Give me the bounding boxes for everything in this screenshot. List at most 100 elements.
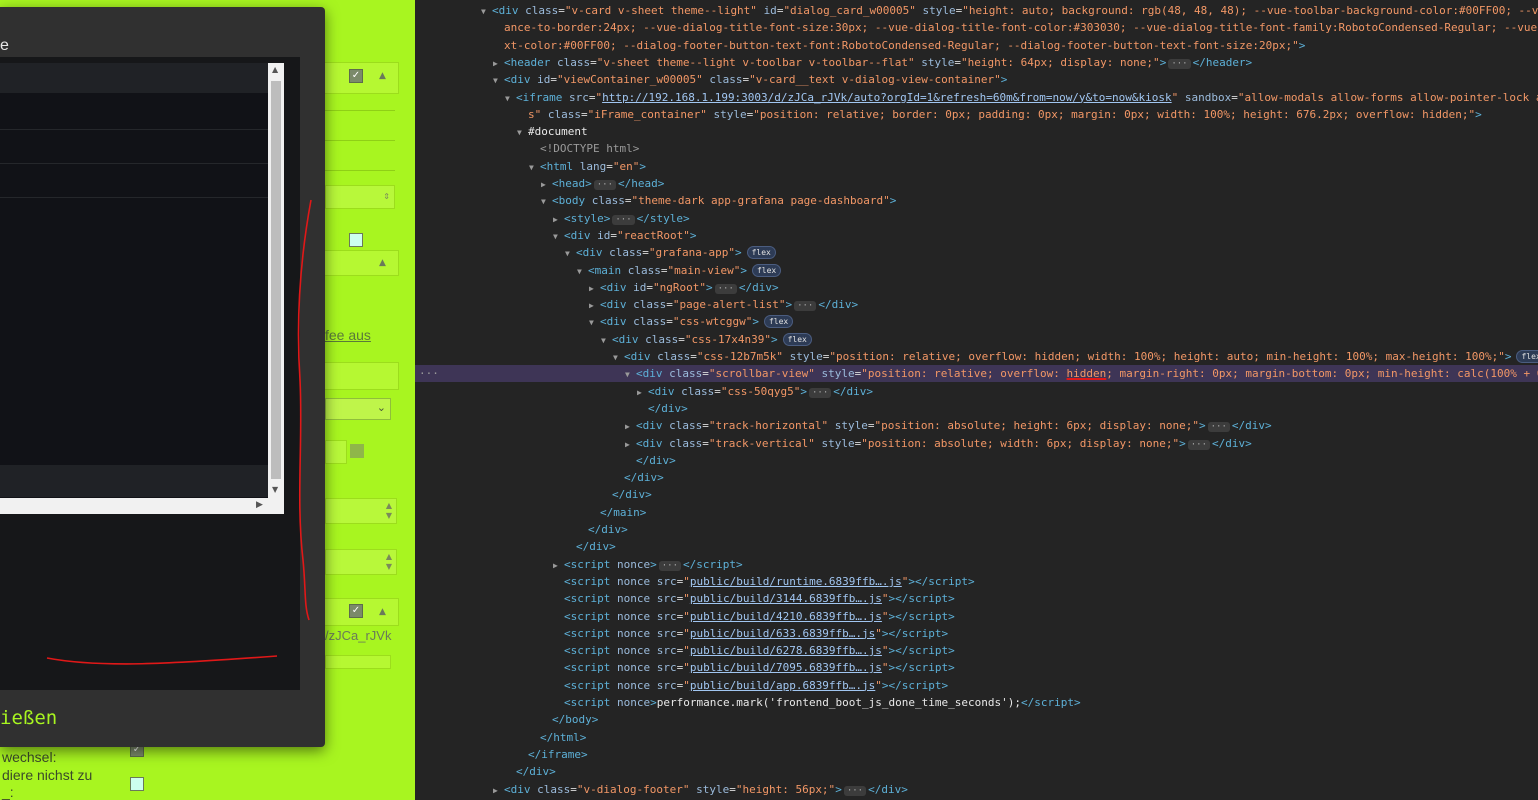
dom-node-line[interactable]: </div>	[415, 469, 1538, 486]
dom-node-line[interactable]: </div>	[415, 452, 1538, 469]
dom-node-line[interactable]: ▶ <header class="v-sheet theme--light v-t…	[415, 54, 1538, 71]
expand-right-icon[interactable]: ▶	[589, 297, 600, 314]
link-text[interactable]: fee aus	[325, 327, 371, 343]
scroll-up-icon[interactable]: ▲	[272, 65, 278, 74]
scroll-right-icon[interactable]: ▶	[256, 500, 263, 510]
dom-node-markup: <div class="css-wtcggw"> flex	[600, 315, 794, 329]
dom-node-line[interactable]: ance-to-border:24px; --vue-dialog-title-…	[415, 19, 1538, 36]
close-button[interactable]: ießen	[0, 707, 57, 729]
scrollbar-thumb[interactable]	[271, 81, 281, 479]
dom-node-line[interactable]: <script nonce src="public/build/7095.683…	[415, 659, 1538, 676]
dom-node-line[interactable]: </main>	[415, 504, 1538, 521]
checkbox-checked[interactable]: ✓	[349, 604, 363, 618]
dom-node-line[interactable]: </div>	[415, 486, 1538, 503]
dom-node-line[interactable]: ▼ <body class="theme-dark app-grafana pag…	[415, 192, 1538, 209]
chevron-up-icon[interactable]: ▲	[379, 258, 386, 268]
expand-down-icon[interactable]: ▼	[601, 332, 612, 349]
dom-node-line[interactable]: ▶ <div class="page-alert-list"> ··· </div>	[415, 296, 1538, 313]
dom-node-line[interactable]: ▶ <div class="v-dialog-footer" style="hei…	[415, 781, 1538, 798]
dom-node-markup: <script nonce> ··· </script>	[564, 557, 743, 571]
expand-down-icon[interactable]: ▼	[625, 366, 636, 383]
expand-down-icon[interactable]: ▼	[529, 159, 540, 176]
expand-down-icon[interactable]: ▼	[613, 349, 624, 366]
dom-node-line[interactable]: <!DOCTYPE html>	[415, 140, 1538, 157]
dom-node-line[interactable]: ▶ <script nonce> ··· </script>	[415, 556, 1538, 573]
dom-node-line[interactable]: <script nonce src="public/build/3144.683…	[415, 590, 1538, 607]
number-input[interactable]	[325, 440, 347, 464]
dom-node-line[interactable]: ▼ <div class="css-17x4n39"> flex	[415, 331, 1538, 348]
dom-node-line[interactable]: <script nonce src="public/build/app.6839…	[415, 677, 1538, 694]
expand-right-icon[interactable]: ▶	[589, 280, 600, 297]
checkbox-checked[interactable]: ✓	[349, 69, 363, 83]
dom-node-line[interactable]: ▼ <div id="reactRoot">	[415, 227, 1538, 244]
dom-node-line[interactable]: ▼ <div class="css-12b7m5k" style="positio…	[415, 348, 1538, 365]
calendar-icon[interactable]	[350, 444, 364, 458]
dom-node-line[interactable]: ▼ <html lang="en">	[415, 158, 1538, 175]
expand-down-icon[interactable]: ▼	[589, 314, 600, 331]
checkbox[interactable]	[130, 777, 144, 791]
expand-down-icon[interactable]: ▼	[577, 263, 588, 280]
dom-node-markup: <header class="v-sheet theme--light v-to…	[504, 55, 1253, 69]
dom-node-markup: ance-to-border:24px; --vue-dialog-title-…	[504, 21, 1538, 35]
dom-node-markup: </iframe>	[528, 747, 588, 761]
dom-node-line[interactable]: </div>	[415, 538, 1538, 555]
dom-node-line[interactable]: ▼ <main class="main-view"> flex	[415, 262, 1538, 279]
expand-down-icon[interactable]: ▼	[565, 245, 576, 262]
dom-node-line[interactable]: <script nonce>performance.mark('frontend…	[415, 694, 1538, 711]
dom-node-line[interactable]: <script nonce src="public/build/633.6839…	[415, 625, 1538, 642]
dom-node-line[interactable]: ▶ <style> ··· </style>	[415, 210, 1538, 227]
dom-node-line[interactable]: ▶ <div id="ngRoot"> ··· </div>	[415, 279, 1538, 296]
dom-node-line[interactable]: ▼ <div id="viewContainer_w00005" class="v…	[415, 71, 1538, 88]
dom-node-line[interactable]: ▼ <div class="scrollbar-view" style="posi…	[415, 365, 1538, 383]
dom-node-line[interactable]: s" class="iFrame_container" style="posit…	[415, 106, 1538, 123]
input-field[interactable]	[322, 362, 399, 390]
dom-node-line[interactable]: </body>	[415, 711, 1538, 728]
select-field[interactable]: ⇕	[325, 185, 395, 209]
dom-node-line[interactable]: ▼ <div class="css-wtcggw"> flex	[415, 313, 1538, 330]
scroll-down-icon[interactable]: ▼	[272, 485, 278, 494]
expand-right-icon[interactable]: ▶	[625, 436, 636, 453]
horizontal-scrollbar[interactable]: ▶	[0, 498, 284, 514]
dom-node-line[interactable]: </iframe>	[415, 746, 1538, 763]
chevron-up-icon[interactable]: ▲	[379, 71, 386, 81]
expand-down-icon[interactable]: ▼	[481, 3, 492, 20]
expand-down-icon[interactable]: ▼	[517, 124, 528, 141]
dom-node-line[interactable]: <script nonce src="public/build/4210.683…	[415, 608, 1538, 625]
dom-node-line[interactable]: ▶ <div class="css-50qyg5"> ··· </div>	[415, 383, 1538, 400]
expand-down-icon[interactable]: ▼	[553, 228, 564, 245]
dom-node-line[interactable]: ▼ <iframe src="http://192.168.1.199:3003/…	[415, 89, 1538, 106]
dom-node-markup: s" class="iFrame_container" style="posit…	[528, 107, 1482, 121]
number-input[interactable]: ▲ ▼	[325, 498, 397, 524]
dom-node-line[interactable]: </html>	[415, 729, 1538, 746]
dom-node-line[interactable]: <script nonce src="public/build/6278.683…	[415, 642, 1538, 659]
dom-node-line[interactable]: ▼ <div class="grafana-app"> flex	[415, 244, 1538, 261]
dom-node-line[interactable]: ▶ <div class="track-horizontal" style="po…	[415, 417, 1538, 434]
dom-node-line[interactable]: </div>	[415, 521, 1538, 538]
checkbox[interactable]	[349, 233, 363, 247]
dom-node-line[interactable]: ▼ <div class="v-card v-sheet theme--light…	[415, 2, 1538, 19]
chevron-up-icon[interactable]: ▲	[379, 607, 386, 617]
expand-right-icon[interactable]: ▶	[493, 55, 504, 72]
dom-node-line[interactable]: ▼ #document	[415, 123, 1538, 140]
expand-down-icon[interactable]: ▼	[493, 72, 504, 89]
dom-node-line[interactable]: </div>	[415, 763, 1538, 780]
expand-right-icon[interactable]: ▶	[637, 384, 648, 401]
dom-node-line[interactable]: ▶ <head> ··· </head>	[415, 175, 1538, 192]
expand-right-icon[interactable]: ▶	[553, 557, 564, 574]
expand-right-icon[interactable]: ▶	[493, 782, 504, 799]
vertical-scrollbar[interactable]: ▲ ▼	[268, 63, 284, 498]
dom-node-line[interactable]: <script nonce src="public/build/runtime.…	[415, 573, 1538, 590]
input-field[interactable]	[325, 655, 391, 669]
number-input[interactable]: ▲ ▼	[325, 549, 397, 575]
dropdown-select[interactable]: ⌄	[325, 398, 391, 420]
expand-right-icon[interactable]: ▶	[541, 176, 552, 193]
expand-down-icon[interactable]: ▼	[505, 90, 516, 107]
expand-down-icon[interactable]: ▼	[541, 193, 552, 210]
expand-right-icon[interactable]: ▶	[553, 211, 564, 228]
dom-node-markup: <script nonce>performance.mark('frontend…	[564, 696, 1081, 709]
dom-node-line[interactable]: </div>	[415, 400, 1538, 417]
more-options-icon[interactable]: ···	[419, 365, 439, 382]
expand-right-icon[interactable]: ▶	[625, 418, 636, 435]
dom-node-line[interactable]: ▶ <div class="track-vertical" style="posi…	[415, 435, 1538, 452]
dom-node-line[interactable]: xt-color:#00FF00; --dialog-footer-button…	[415, 37, 1538, 54]
